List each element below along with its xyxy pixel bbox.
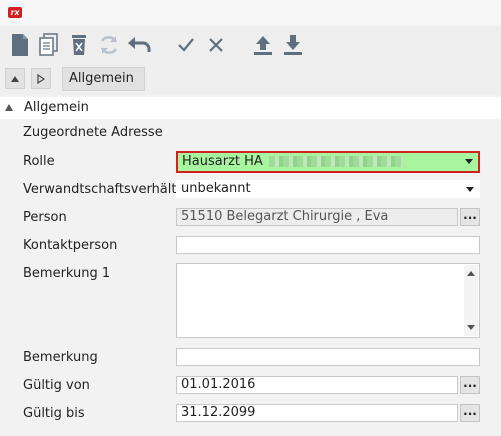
rolle-value: Hausarzt HA: [182, 154, 263, 169]
bemerkung-label: Bemerkung: [23, 350, 98, 365]
kontaktperson-input[interactable]: [176, 236, 480, 254]
tab-bar: Allgemein: [0, 64, 501, 95]
dropdown-arrow-icon: [465, 159, 473, 164]
toolbar: [0, 26, 501, 64]
app-logo: rx: [8, 7, 22, 18]
person-lookup-button[interactable]: ...: [460, 208, 480, 226]
gueltig-von-label: Gültig von: [23, 378, 90, 393]
refresh-icon[interactable]: [96, 31, 122, 59]
window-titlebar: rx: [0, 0, 501, 26]
gueltig-bis-picker-button[interactable]: ...: [460, 404, 480, 422]
undo-icon[interactable]: [126, 31, 152, 59]
rolle-label: Rolle: [23, 154, 55, 169]
bemerkung1-textarea[interactable]: [176, 263, 480, 338]
verwandtschaft-value: unbekannt: [181, 181, 251, 196]
bemerkung1-label: Bemerkung 1: [23, 266, 111, 281]
gueltig-von-picker-button[interactable]: ...: [460, 376, 480, 394]
nav-next-button[interactable]: [31, 68, 51, 89]
gueltig-bis-label: Gültig bis: [23, 406, 85, 421]
rolle-select[interactable]: Hausarzt HA: [176, 151, 480, 173]
download-icon[interactable]: [280, 31, 306, 59]
verwandtschaft-label: Verwandtschaftsverhältn: [23, 182, 185, 197]
copy-document-icon[interactable]: [36, 31, 62, 59]
redacted-text: [268, 156, 403, 167]
cancel-icon[interactable]: [203, 31, 229, 59]
scroll-up-icon[interactable]: [467, 271, 475, 276]
tab-allgemein[interactable]: Allgemein: [62, 67, 145, 91]
gueltig-bis-input[interactable]: 31.12.2099: [176, 404, 458, 422]
verwandtschaft-select[interactable]: unbekannt: [176, 180, 480, 198]
gueltig-von-input[interactable]: 01.01.2016: [176, 376, 458, 394]
new-document-icon[interactable]: [7, 31, 33, 59]
triangle-right-icon: [37, 73, 45, 84]
triangle-up-icon: [11, 75, 19, 82]
section-header[interactable]: Allgemein: [0, 97, 501, 119]
collapse-triangle-icon[interactable]: [5, 104, 13, 111]
scrollbar[interactable]: [464, 265, 478, 336]
confirm-icon[interactable]: [173, 31, 199, 59]
section-title: Allgemein: [24, 100, 89, 115]
bemerkung-input[interactable]: [176, 348, 480, 366]
dropdown-arrow-icon: [466, 187, 474, 192]
delete-icon[interactable]: [66, 31, 92, 59]
person-label: Person: [23, 210, 67, 225]
kontaktperson-label: Kontaktperson: [23, 238, 118, 253]
upload-icon[interactable]: [250, 31, 276, 59]
nav-prev-button[interactable]: [5, 68, 25, 89]
person-field: 51510 Belegarzt Chirurgie , Eva: [176, 208, 458, 226]
scroll-down-icon[interactable]: [467, 325, 475, 330]
address-subheading: Zugeordnete Adresse: [23, 125, 163, 140]
